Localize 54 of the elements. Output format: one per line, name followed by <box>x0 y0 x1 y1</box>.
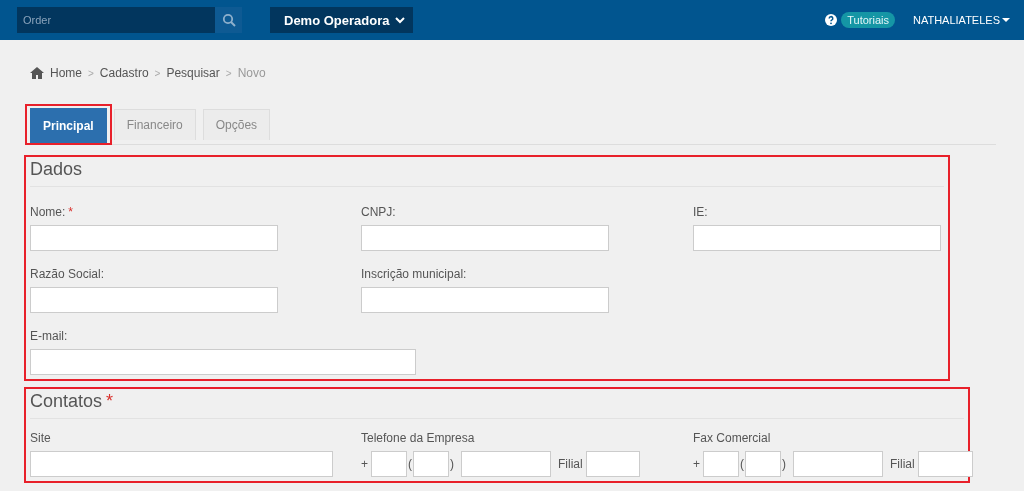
tutorials-link[interactable]: Tutoriais <box>841 12 895 28</box>
search-button[interactable] <box>215 7 242 33</box>
breadcrumb-link[interactable]: Home <box>50 66 82 80</box>
paren-open: ( <box>408 457 412 471</box>
operator-dropdown[interactable]: Demo Operadora <box>270 7 413 33</box>
field-label: IE: <box>693 205 708 219</box>
chevron-down-icon <box>395 16 405 24</box>
input-field[interactable] <box>30 225 278 251</box>
caret-down-icon <box>1002 17 1010 23</box>
country-code-field[interactable] <box>371 451 407 477</box>
area-code-field[interactable] <box>413 451 449 477</box>
home-icon <box>30 67 44 79</box>
user-menu[interactable]: NATHALIATELES <box>913 14 1010 26</box>
input-field[interactable] <box>361 287 609 313</box>
input-field[interactable] <box>30 349 416 375</box>
field-label: Fax Comercial <box>693 431 771 445</box>
field-label: E-mail: <box>30 329 68 343</box>
breadcrumb-link[interactable]: Pesquisar <box>166 66 220 80</box>
area-code-field[interactable] <box>745 451 781 477</box>
phone-number-field[interactable] <box>461 451 551 477</box>
extension-label: Filial <box>558 457 583 471</box>
required-mark: * <box>106 391 114 412</box>
tab[interactable]: Principal <box>30 108 107 143</box>
search-field[interactable]: Order <box>17 7 215 33</box>
section-title: Dados <box>30 159 83 180</box>
help-icon[interactable] <box>825 14 838 26</box>
phone-number-field[interactable] <box>793 451 883 477</box>
country-code-field[interactable] <box>703 451 739 477</box>
input-field[interactable] <box>30 287 278 313</box>
paren-close: ) <box>450 457 454 471</box>
breadcrumb-separator: > <box>154 67 161 79</box>
paren-open: ( <box>740 457 744 471</box>
breadcrumb-current: Novo <box>237 66 266 80</box>
plus-sign: + <box>693 457 700 471</box>
field-label: Telefone da Empresa <box>361 431 475 445</box>
search-icon <box>221 13 236 27</box>
plus-sign: + <box>361 457 368 471</box>
breadcrumb-link[interactable]: Cadastro <box>99 66 149 80</box>
field-label: CNPJ: <box>361 205 396 219</box>
breadcrumb-separator: > <box>225 67 232 79</box>
breadcrumb-separator: > <box>88 67 94 79</box>
extension-field[interactable] <box>917 451 973 477</box>
paren-close: ) <box>782 457 786 471</box>
input-field[interactable] <box>30 451 333 477</box>
extension-field[interactable] <box>585 451 640 477</box>
input-field[interactable] <box>693 225 941 251</box>
extension-label: Filial <box>890 457 915 471</box>
field-label: Inscrição municipal: <box>361 267 467 281</box>
field-label: Site <box>30 431 51 445</box>
required-mark: * <box>68 205 73 219</box>
field-label: Razão Social: <box>30 267 105 281</box>
section-title: Contatos <box>30 391 103 412</box>
field-label: Nome: <box>30 205 66 219</box>
input-field[interactable] <box>361 225 609 251</box>
